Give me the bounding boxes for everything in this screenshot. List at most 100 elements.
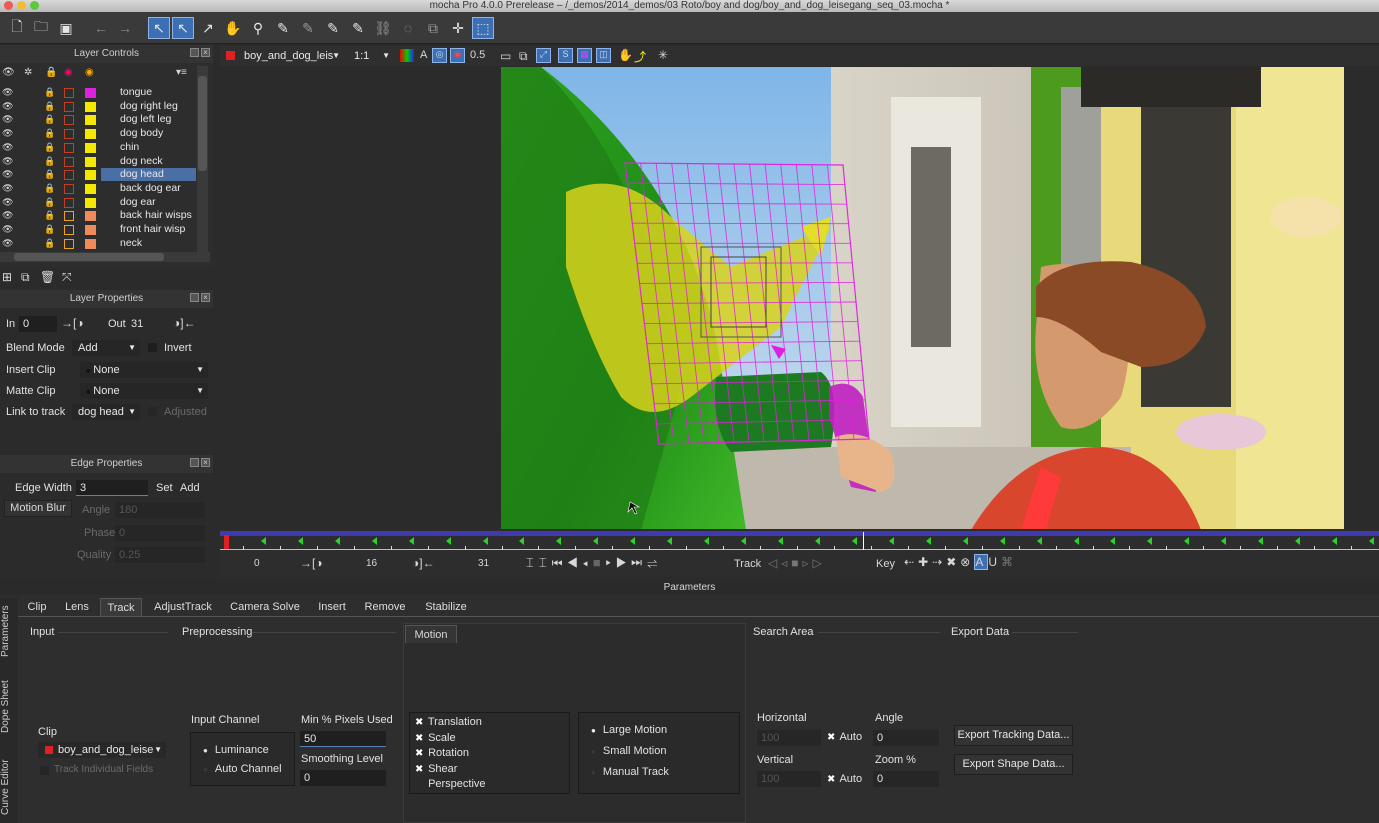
keyframe-marker[interactable]	[630, 537, 636, 545]
outline-color-swatch[interactable]	[64, 211, 74, 222]
layer-name[interactable]: tongue	[101, 86, 196, 99]
stop-icon[interactable]: ■	[593, 555, 606, 570]
invert-checkbox[interactable]	[148, 343, 157, 352]
show-layers-icon[interactable]: ▭	[500, 49, 511, 63]
alpha-toggle[interactable]: A	[420, 49, 427, 61]
layer-row[interactable]: 👁 🔒 dog ear	[0, 196, 196, 210]
delete-layer-icon[interactable]: 🗑	[40, 270, 55, 284]
grid-toggle-icon[interactable]: ▦	[577, 48, 592, 63]
step-forward-icon[interactable]: ▸	[606, 555, 616, 570]
loop-icon[interactable]: ⇌	[647, 555, 662, 570]
add-xspline-icon[interactable]: ✎	[297, 17, 319, 39]
side-tab-parameters[interactable]: Parameters	[0, 600, 16, 662]
matte-color-swatch[interactable]	[85, 170, 96, 181]
smoothing-level-field[interactable]: 0	[300, 770, 386, 786]
tab-remove[interactable]: Remove	[360, 598, 410, 616]
export-shape-data-button[interactable]: Export Shape Data...	[954, 754, 1073, 775]
outline-color-swatch[interactable]	[64, 225, 74, 235]
motion-mode-radio[interactable]: ● Manual Track	[591, 766, 669, 778]
tab-adjusttrack[interactable]: AdjustTrack	[148, 598, 218, 616]
keyframe-marker[interactable]	[482, 537, 488, 545]
visibility-icon[interactable]: 👁	[2, 211, 13, 220]
visibility-icon[interactable]: 👁	[2, 129, 13, 138]
keyframe-marker[interactable]	[371, 537, 377, 545]
export-tracking-data-button[interactable]: Export Tracking Data...	[954, 725, 1073, 746]
lock-icon[interactable]: 🔒	[44, 114, 55, 125]
visibility-icon[interactable]: 👁	[2, 197, 13, 207]
open-project-icon[interactable]: 🗀	[30, 17, 52, 39]
lock-icon[interactable]: 🔒	[44, 142, 55, 153]
planar-toggle-icon[interactable]: ◫	[596, 48, 611, 63]
duplicate-layer-icon[interactable]: ⧉	[21, 270, 30, 285]
keyframe-marker[interactable]	[999, 537, 1005, 545]
link-tool-icon[interactable]: ⛓	[372, 17, 394, 39]
track-forward-icon[interactable]: ▷	[813, 556, 826, 570]
step-back-icon[interactable]: ◂	[583, 555, 593, 570]
current-frame-value[interactable]: 16	[366, 558, 377, 569]
select-bezier-tool-icon[interactable]: ↖	[172, 17, 194, 39]
tab-clip[interactable]: Clip	[20, 598, 54, 616]
keyframe-marker[interactable]	[556, 537, 562, 545]
layer-row[interactable]: 👁 🔒 tongue	[0, 86, 196, 100]
layer-name[interactable]: front hair wisp	[101, 223, 196, 236]
keyframe-marker[interactable]	[297, 537, 303, 545]
lock-icon[interactable]: 🔒	[44, 87, 55, 98]
timeline-range-bar[interactable]	[220, 531, 1379, 536]
add-key-icon[interactable]: ✚	[918, 555, 932, 569]
undo-icon[interactable]: ←	[90, 17, 112, 39]
show-tangents-icon[interactable]: ⤢	[536, 48, 551, 63]
in-field[interactable]: 0	[19, 316, 57, 332]
motion-mode-radio[interactable]: ● Small Motion	[591, 745, 666, 757]
layer-name[interactable]: back dog ear	[101, 182, 196, 195]
matte-color-swatch[interactable]	[85, 156, 96, 167]
tab-lens[interactable]: Lens	[60, 598, 94, 616]
vertical-auto-checkbox[interactable]: ✖ Auto	[827, 773, 862, 785]
save-project-icon[interactable]: ▣	[55, 17, 77, 39]
select-tool-icon[interactable]: ↖	[148, 17, 170, 39]
magnetic-tool-icon[interactable]: ◌	[397, 17, 419, 39]
float-panel-icon[interactable]	[190, 48, 199, 57]
track-fields-checkbox[interactable]	[40, 766, 49, 775]
edge-width-field[interactable]: 3	[76, 480, 148, 496]
matte-color-swatch[interactable]	[85, 238, 96, 249]
surface-toggle-icon[interactable]: S	[558, 48, 573, 63]
layer-row[interactable]: 👁 🔒 front hair wisp	[0, 223, 196, 237]
outline-color-swatch[interactable]	[64, 183, 74, 194]
layer-name[interactable]: dog right leg	[101, 100, 196, 113]
layer-row[interactable]: 👁 🔒 dog head	[0, 168, 196, 182]
keyframe-marker[interactable]	[408, 537, 414, 545]
layer-name[interactable]: dog left leg	[101, 113, 196, 126]
keyframe-track[interactable]	[220, 537, 1379, 551]
lock-icon[interactable]: 🔒	[44, 128, 55, 139]
keyframe-marker[interactable]	[888, 537, 894, 545]
track-stab-icon[interactable]: ✋	[618, 48, 633, 62]
outline-color-swatch[interactable]	[64, 129, 74, 140]
keyframe-marker[interactable]	[1036, 537, 1042, 545]
layer-name[interactable]: dog body	[101, 127, 196, 140]
layer-name[interactable]: neck	[101, 237, 196, 250]
visibility-icon[interactable]: 👁	[2, 88, 13, 97]
layer-list-hscrollbar[interactable]	[0, 252, 210, 262]
adjusted-checkbox[interactable]	[148, 407, 157, 416]
overlay-toggle-icon[interactable]: ◎	[432, 48, 447, 63]
tab-stabilize[interactable]: Stabilize	[418, 598, 474, 616]
input-clip-select[interactable]: boy_and_dog_leise ▼	[38, 742, 166, 758]
insert-clip-select[interactable]: ■ None ▼	[80, 362, 208, 378]
keyframe-marker[interactable]	[1369, 537, 1374, 545]
matte-clip-select[interactable]: ■ None ▼	[80, 383, 208, 399]
fit-range-icon[interactable]: ⌶	[526, 555, 539, 570]
motion-option-checkbox[interactable]: ✖ Translation	[415, 716, 482, 728]
keyframe-marker[interactable]	[1110, 537, 1116, 545]
outline-color-swatch[interactable]	[64, 238, 74, 249]
motion-option-checkbox[interactable]: ✖ Shear	[415, 763, 457, 775]
motion-mode-radio[interactable]: ● Large Motion	[591, 724, 667, 736]
outline-color-swatch[interactable]	[64, 88, 74, 98]
visibility-icon[interactable]: 👁	[2, 142, 13, 152]
expand-all-icon[interactable]: ⤧	[62, 270, 72, 285]
new-group-icon[interactable]: ⊞	[2, 270, 12, 284]
keyframe-marker[interactable]	[519, 537, 525, 545]
layer-row[interactable]: 👁 🔒 back hair wisps	[0, 209, 196, 223]
viewer-canvas[interactable]	[501, 67, 1344, 530]
opacity-value[interactable]: 0.5	[470, 49, 485, 61]
delete-key-icon[interactable]: ✖	[946, 555, 960, 569]
